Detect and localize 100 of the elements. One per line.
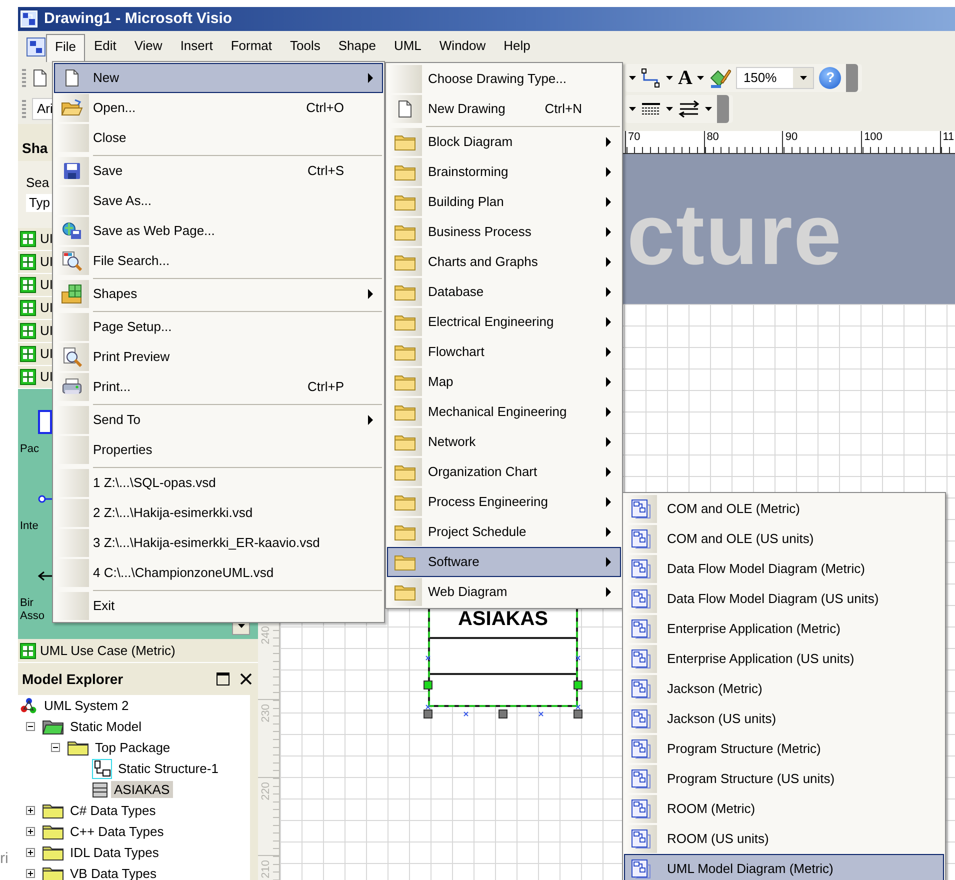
- toolbar-grip[interactable]: [22, 68, 26, 86]
- menu-item[interactable]: File Search...: [54, 246, 383, 276]
- line-pattern-icon[interactable]: [641, 102, 661, 116]
- menu-bar-item[interactable]: Tools: [281, 33, 330, 60]
- menu-item[interactable]: ROOM (Metric): [624, 794, 944, 824]
- menu-item[interactable]: Save As...: [54, 186, 383, 216]
- text-tool-button[interactable]: A: [678, 66, 692, 90]
- folder-icon: [394, 553, 416, 571]
- menu-item[interactable]: Mechanical Engineering: [387, 397, 621, 427]
- menu-item[interactable]: Map: [387, 367, 621, 397]
- dropdown-caret-icon[interactable]: [800, 76, 807, 80]
- submenu-arrow-icon: [606, 257, 610, 267]
- menu-item[interactable]: Building Plan: [387, 187, 621, 217]
- menu-item[interactable]: New: [54, 63, 383, 93]
- menu-bar-item[interactable]: Insert: [171, 33, 222, 60]
- dropdown-caret-icon[interactable]: [666, 106, 673, 110]
- menu-item[interactable]: Print... Ctrl+P: [54, 372, 383, 402]
- maximize-icon[interactable]: [216, 672, 230, 686]
- menu-item[interactable]: Program Structure (US units): [624, 764, 944, 794]
- menu-item[interactable]: Data Flow Model Diagram (Metric): [624, 554, 944, 584]
- menu-item[interactable]: Charts and Graphs: [387, 247, 621, 277]
- model-folder-icon: [42, 718, 64, 734]
- menu-item[interactable]: Electrical Engineering: [387, 307, 621, 337]
- menu-item[interactable]: COM and OLE (Metric): [624, 494, 944, 524]
- new-page-icon[interactable]: [32, 68, 48, 86]
- menu-item[interactable]: Network: [387, 427, 621, 457]
- menu-item[interactable]: Brainstorming: [387, 157, 621, 187]
- dropdown-caret-icon[interactable]: [629, 106, 636, 110]
- tree-item[interactable]: ASIAKAS: [111, 780, 173, 798]
- menu-item[interactable]: Process Engineering: [387, 487, 621, 517]
- tree-item[interactable]: C# Data Types: [67, 802, 159, 820]
- menu-item[interactable]: Enterprise Application (US units): [624, 644, 944, 674]
- menu-item[interactable]: 3 Z:\...\Hakija-esimerkki_ER-kaavio.vsd: [54, 528, 383, 558]
- menu-item[interactable]: Jackson (US units): [624, 704, 944, 734]
- menu-bar-item[interactable]: Format: [222, 33, 281, 60]
- fill-color-icon[interactable]: [709, 68, 732, 88]
- tree-item[interactable]: UML System 2: [41, 696, 132, 714]
- menu-item[interactable]: 4 C:\...\ChampionzoneUML.vsd: [54, 558, 383, 588]
- menu-item[interactable]: Print Preview: [54, 342, 383, 372]
- menu-bar-item[interactable]: Window: [430, 33, 495, 60]
- submenu-arrow-icon: [606, 497, 610, 507]
- menu-item[interactable]: COM and OLE (US units): [624, 524, 944, 554]
- stencil-tab[interactable]: UML Use Case (Metric): [18, 639, 258, 663]
- collapse-icon[interactable]: [26, 722, 35, 731]
- menu-item[interactable]: Software: [387, 547, 621, 577]
- toolbar-options-button[interactable]: [846, 64, 858, 92]
- expand-icon[interactable]: [26, 827, 35, 836]
- expand-icon[interactable]: [26, 806, 35, 815]
- menu-item[interactable]: Business Process: [387, 217, 621, 247]
- menu-item[interactable]: Save as Web Page...: [54, 216, 383, 246]
- folder-icon: [394, 343, 416, 361]
- ruler-label: 90: [785, 131, 798, 143]
- dropdown-caret-icon[interactable]: [666, 76, 673, 80]
- toolbar-grip[interactable]: [22, 100, 26, 118]
- menu-item[interactable]: Data Flow Model Diagram (US units): [624, 584, 944, 614]
- menu-item[interactable]: Choose Drawing Type...: [387, 64, 621, 94]
- document-icon[interactable]: [26, 36, 46, 56]
- tree-item[interactable]: Static Structure-1: [115, 760, 222, 778]
- tree-item[interactable]: IDL Data Types: [67, 844, 162, 862]
- menu-item[interactable]: Flowchart: [387, 337, 621, 367]
- menu-item[interactable]: Project Schedule: [387, 517, 621, 547]
- expand-icon[interactable]: [26, 848, 35, 857]
- folder-icon: [394, 283, 416, 301]
- menu-item[interactable]: UML Model Diagram (Metric): [624, 854, 944, 880]
- tree-item[interactable]: Top Package: [92, 738, 174, 756]
- zoom-combo[interactable]: 150%: [736, 66, 814, 88]
- menu-bar-item[interactable]: View: [125, 33, 172, 60]
- menu-bar-item[interactable]: UML: [384, 33, 430, 60]
- menu-item[interactable]: Program Structure (Metric): [624, 734, 944, 764]
- dropdown-caret-icon[interactable]: [697, 76, 704, 80]
- menu-item[interactable]: Web Diagram: [387, 577, 621, 607]
- toolbar-options-button[interactable]: [717, 94, 729, 122]
- menu-bar-item[interactable]: Edit: [84, 33, 126, 60]
- close-icon[interactable]: [240, 673, 252, 685]
- tree-item[interactable]: VB Data Types: [67, 864, 160, 880]
- expand-icon[interactable]: [26, 869, 35, 878]
- association-arrow-icon[interactable]: [38, 571, 52, 581]
- menu-item[interactable]: New Drawing Ctrl+N: [387, 94, 621, 124]
- connector-icon[interactable]: [641, 68, 661, 88]
- line-ends-icon[interactable]: [678, 100, 700, 118]
- menu-bar-item[interactable]: Help: [494, 33, 540, 60]
- tree-item[interactable]: Static Model: [67, 718, 145, 736]
- menu-item[interactable]: Open... Ctrl+O: [54, 93, 383, 123]
- collapse-icon[interactable]: [51, 743, 60, 752]
- menu-item[interactable]: Organization Chart: [387, 457, 621, 487]
- menu-bar-item[interactable]: File: [46, 34, 85, 64]
- menu-item[interactable]: Database: [387, 277, 621, 307]
- package-shape-icon[interactable]: [38, 410, 52, 434]
- menu-item[interactable]: Enterprise Application (Metric): [624, 614, 944, 644]
- menu-item[interactable]: ROOM (US units): [624, 824, 944, 854]
- menu-bar-item[interactable]: Shape: [329, 33, 385, 60]
- interface-shape-icon[interactable]: [38, 494, 52, 504]
- menu-item[interactable]: 2 Z:\...\Hakija-esimerkki.vsd: [54, 498, 383, 528]
- dropdown-caret-icon[interactable]: [629, 76, 636, 80]
- stencil-icon: [20, 346, 36, 362]
- menu-item[interactable]: Close: [54, 123, 383, 153]
- dropdown-caret-icon[interactable]: [705, 106, 712, 110]
- tree-item[interactable]: C++ Data Types: [67, 822, 167, 840]
- menu-item[interactable]: Jackson (Metric): [624, 674, 944, 704]
- menu-item[interactable]: Properties: [54, 435, 383, 465]
